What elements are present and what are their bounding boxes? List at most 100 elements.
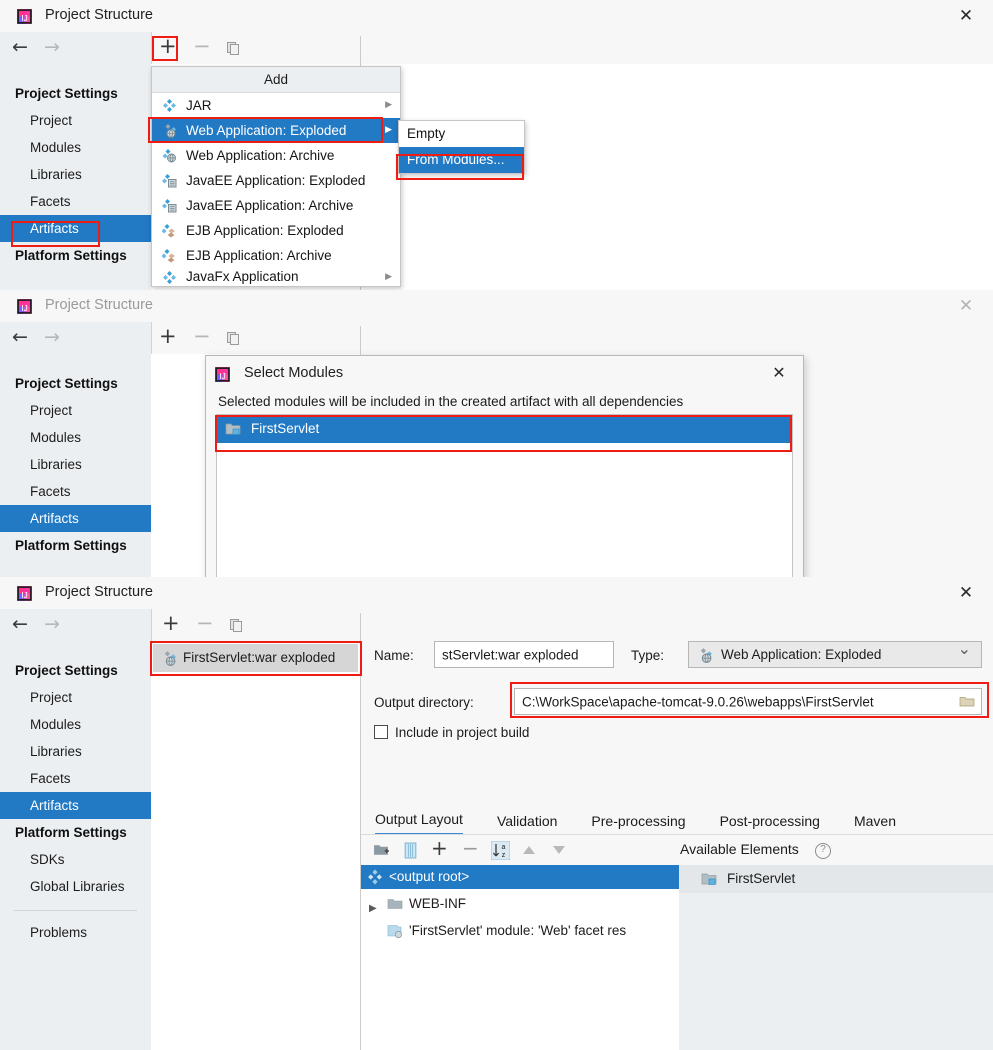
select-modules-dialog: IJ Select Modules ✕ Selected modules wil… bbox=[205, 355, 804, 577]
forward-arrow-icon[interactable]: → bbox=[44, 328, 60, 347]
web-exploded-submenu: Empty From Modules... bbox=[398, 120, 525, 174]
available-element-firstservlet[interactable]: FirstServlet bbox=[679, 865, 993, 893]
add-button-2[interactable]: + bbox=[159, 326, 177, 347]
menu-item-label: JAR bbox=[186, 98, 212, 113]
close-button-2[interactable]: ✕ bbox=[953, 295, 979, 317]
add-button-1[interactable]: + bbox=[159, 36, 177, 57]
close-button-3[interactable]: ✕ bbox=[953, 582, 979, 604]
sidebar-item-modules[interactable]: Modules bbox=[0, 134, 151, 161]
tab-post-processing[interactable]: Post-processing bbox=[720, 813, 820, 835]
sidebar-item-project[interactable]: Project bbox=[0, 107, 151, 134]
menu-item-jar[interactable]: JAR ▶ bbox=[152, 93, 400, 118]
svg-text:IJ: IJ bbox=[21, 13, 28, 23]
menu-item-web-application-archive[interactable]: Web Application: Archive bbox=[152, 143, 400, 168]
sidebar-item-facets[interactable]: Facets bbox=[0, 478, 151, 505]
sidebar-item-modules[interactable]: Modules bbox=[0, 711, 151, 738]
javaee-archive-icon bbox=[162, 199, 177, 213]
menu-item-ejb-application-archive[interactable]: EJB Application: Archive bbox=[152, 243, 400, 268]
include-in-project-build-checkbox[interactable] bbox=[374, 725, 388, 739]
sidebar-group-project-settings: Project Settings bbox=[15, 376, 118, 391]
sidebar-item-libraries[interactable]: Libraries bbox=[0, 161, 151, 188]
svg-text:a: a bbox=[502, 844, 506, 851]
back-arrow-icon[interactable]: ← bbox=[12, 38, 28, 57]
sidebar-item-sdks[interactable]: SDKs bbox=[0, 846, 151, 873]
module-list-item-firstservlet[interactable]: FirstServlet bbox=[217, 415, 792, 443]
tab-pre-processing[interactable]: Pre-processing bbox=[591, 813, 685, 835]
move-down-icon[interactable] bbox=[552, 844, 566, 856]
copy-icon[interactable] bbox=[226, 41, 241, 56]
artifacts-toolbar-2: + − bbox=[151, 324, 361, 354]
project-structure-window-3: IJ Project Structure ✕ ← → Project Setti… bbox=[0, 577, 993, 1050]
output-directory-label: Output directory: bbox=[374, 695, 474, 710]
sidebar-item-project[interactable]: Project bbox=[0, 684, 151, 711]
type-value: Web Application: Exploded bbox=[721, 647, 882, 662]
copy-icon[interactable] bbox=[229, 618, 244, 633]
svg-text:IJ: IJ bbox=[219, 371, 226, 381]
sidebar-item-libraries[interactable]: Libraries bbox=[0, 738, 151, 765]
back-arrow-icon[interactable]: ← bbox=[12, 615, 28, 634]
sidebar-item-modules[interactable]: Modules bbox=[0, 424, 151, 451]
menu-item-label: Web Application: Archive bbox=[186, 148, 335, 163]
close-button-1[interactable]: ✕ bbox=[953, 5, 979, 27]
tab-output-layout[interactable]: Output Layout bbox=[375, 811, 463, 835]
move-up-icon[interactable] bbox=[522, 844, 536, 856]
tree-row-output-root[interactable]: <output root> bbox=[361, 865, 679, 889]
tab-maven[interactable]: Maven bbox=[854, 813, 896, 835]
sort-alpha-icon[interactable]: a z bbox=[491, 841, 510, 860]
sidebar-item-libraries[interactable]: Libraries bbox=[0, 451, 151, 478]
artifacts-toolbar-1: + − bbox=[151, 34, 361, 64]
menu-item-label: Web Application: Exploded bbox=[186, 123, 347, 138]
svg-text:z: z bbox=[502, 852, 506, 859]
menu-item-javaee-application-exploded[interactable]: JavaEE Application: Exploded bbox=[152, 168, 400, 193]
sidebar-divider bbox=[14, 910, 137, 911]
sidebar-1: ← → Project Settings Project Modules Lib… bbox=[0, 32, 152, 290]
folder-browse-icon[interactable] bbox=[959, 694, 975, 710]
menu-item-label: EJB Application: Archive bbox=[186, 248, 332, 263]
titlebar-2: IJ Project Structure ✕ bbox=[0, 290, 993, 322]
chevron-right-icon: ▶ bbox=[385, 272, 392, 282]
artifact-list-item-firstservlet-war-exploded[interactable]: FirstServlet:war exploded bbox=[153, 644, 358, 672]
copy-icon[interactable] bbox=[226, 331, 241, 346]
sidebar-item-artifacts[interactable]: Artifacts bbox=[0, 505, 151, 532]
chevron-right-icon[interactable]: ▶ bbox=[369, 897, 377, 921]
menu-item-ejb-application-exploded[interactable]: EJB Application: Exploded bbox=[152, 218, 400, 243]
select-modules-close-button[interactable]: ✕ bbox=[767, 363, 791, 383]
menu-item-javaee-application-archive[interactable]: JavaEE Application: Archive bbox=[152, 193, 400, 218]
sidebar-item-artifacts[interactable]: Artifacts bbox=[0, 215, 151, 242]
menu-item-javafx-application[interactable]: JavaFx Application ▶ bbox=[152, 268, 400, 286]
add-button-3[interactable]: + bbox=[162, 613, 180, 634]
back-arrow-icon[interactable]: ← bbox=[12, 328, 28, 347]
available-elements-list: FirstServlet bbox=[679, 865, 993, 1050]
forward-arrow-icon[interactable]: → bbox=[44, 38, 60, 57]
output-layout-toolbar: + − a z Available Elements ? bbox=[361, 835, 993, 865]
tree-row-facet-resources[interactable]: 'FirstServlet' module: 'Web' facet res bbox=[361, 919, 679, 943]
sidebar-item-facets[interactable]: Facets bbox=[0, 765, 151, 792]
submenu-item-empty[interactable]: Empty bbox=[399, 121, 524, 147]
javaee-exploded-icon bbox=[162, 174, 177, 188]
sidebar-item-facets[interactable]: Facets bbox=[0, 188, 151, 215]
name-input[interactable]: stServlet:war exploded bbox=[434, 641, 614, 668]
sidebar-item-global-libraries[interactable]: Global Libraries bbox=[0, 873, 151, 900]
add-archive-icon[interactable] bbox=[403, 842, 418, 859]
menu-item-web-application-exploded[interactable]: Web Application: Exploded ▶ bbox=[152, 118, 400, 143]
sidebar-item-artifacts[interactable]: Artifacts bbox=[0, 792, 151, 819]
intellij-idea-icon: IJ bbox=[17, 586, 32, 601]
forward-arrow-icon[interactable]: → bbox=[44, 615, 60, 634]
remove-button-1[interactable]: − bbox=[193, 36, 211, 57]
remove-icon[interactable]: − bbox=[462, 836, 479, 860]
tab-validation[interactable]: Validation bbox=[497, 813, 557, 835]
submenu-item-from-modules[interactable]: From Modules... bbox=[399, 147, 524, 173]
javafx-icon bbox=[163, 271, 176, 284]
tree-row-web-inf[interactable]: ▶ WEB-INF bbox=[361, 892, 679, 916]
help-icon[interactable]: ? bbox=[815, 843, 831, 859]
output-directory-input[interactable]: C:\WorkSpace\apache-tomcat-9.0.26\webapp… bbox=[514, 688, 982, 715]
add-copy-icon[interactable]: + bbox=[431, 836, 448, 860]
type-dropdown[interactable]: Web Application: Exploded ⌄ bbox=[688, 639, 982, 668]
add-directory-icon[interactable] bbox=[373, 842, 390, 859]
svg-text:IJ: IJ bbox=[21, 590, 28, 600]
sidebar-item-problems[interactable]: Problems bbox=[0, 919, 151, 946]
remove-button-2[interactable]: − bbox=[193, 326, 211, 347]
sidebar-item-project[interactable]: Project bbox=[0, 397, 151, 424]
remove-button-3[interactable]: − bbox=[196, 613, 214, 634]
artifact-list-pane-3 bbox=[151, 641, 360, 1050]
